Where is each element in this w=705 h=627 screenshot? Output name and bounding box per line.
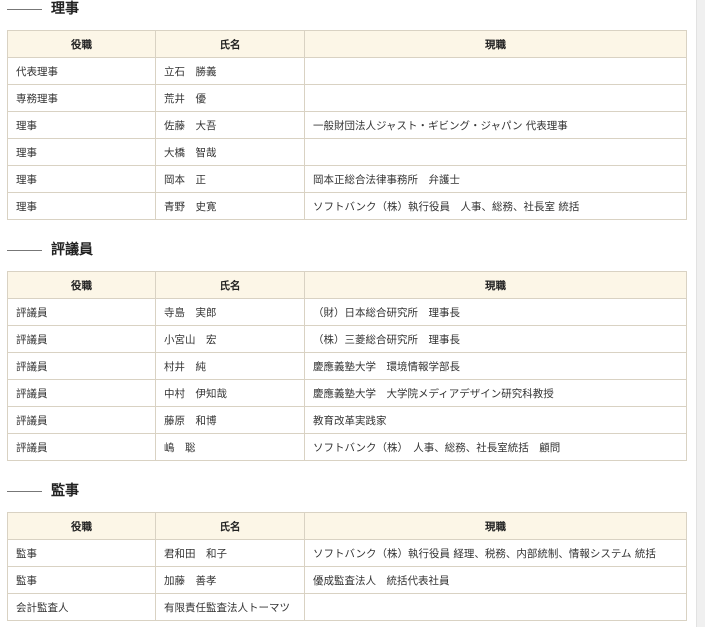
cell-position: ソフトバンク（株）執行役員 経理、税務、内部統制、情報システム 統括 — [304, 539, 687, 567]
table-row: 評議員 村井 純 慶應義塾大学 環境情報学部長 — [7, 352, 687, 380]
cell-position — [304, 593, 687, 621]
cell-name: 藤原 和博 — [155, 406, 305, 434]
header-role: 役職 — [7, 512, 156, 540]
header-role: 役職 — [7, 30, 156, 58]
cell-role: 評議員 — [7, 352, 156, 380]
cell-position: 教育改革実践家 — [304, 406, 687, 434]
cell-position: 岡本正総合法律事務所 弁護士 — [304, 165, 687, 193]
table-row: 評議員 嶋 聡 ソフトバンク（株） 人事、総務、社長室統括 顧問 — [7, 433, 687, 461]
cell-name: 嶋 聡 — [155, 433, 305, 461]
cell-name: 岡本 正 — [155, 165, 305, 193]
table-header-row: 役職 氏名 現職 — [7, 30, 687, 58]
section-title: 理事 — [51, 1, 79, 17]
section-title: 監事 — [51, 483, 79, 499]
table-row: 理事 佐藤 大吾 一般財団法人ジャスト・ギビング・ジャパン 代表理事 — [7, 111, 687, 139]
cell-role: 理事 — [7, 111, 156, 139]
cell-role: 監事 — [7, 539, 156, 567]
cell-role: 専務理事 — [7, 84, 156, 112]
cell-name: 荒井 優 — [155, 84, 305, 112]
cell-role: 理事 — [7, 138, 156, 166]
cell-position: 慶應義塾大学 環境情報学部長 — [304, 352, 687, 380]
table-row: 理事 岡本 正 岡本正総合法律事務所 弁護士 — [7, 165, 687, 193]
cell-name: 村井 純 — [155, 352, 305, 380]
cell-position: ソフトバンク（株）執行役員 人事、総務、社長室 統括 — [304, 192, 687, 220]
cell-name: 加藤 善孝 — [155, 566, 305, 594]
cell-position: 慶應義塾大学 大学院メディアデザイン研究科教授 — [304, 379, 687, 407]
header-name: 氏名 — [155, 512, 305, 540]
cell-role: 監事 — [7, 566, 156, 594]
cell-role: 評議員 — [7, 298, 156, 326]
cell-position — [304, 138, 687, 166]
cell-role: 理事 — [7, 165, 156, 193]
cell-name: 大橋 智哉 — [155, 138, 305, 166]
table-row: 監事 加藤 善孝 優成監査法人 統括代表社員 — [7, 566, 687, 594]
table-row: 理事 青野 史寛 ソフトバンク（株）執行役員 人事、総務、社長室 統括 — [7, 192, 687, 220]
cell-name: 寺島 実郎 — [155, 298, 305, 326]
table-row: 評議員 寺島 実郎 （財）日本総合研究所 理事長 — [7, 298, 687, 326]
cell-position: （株）三菱総合研究所 理事長 — [304, 325, 687, 353]
councilors-table: 役職 氏名 現職 評議員 寺島 実郎 （財）日本総合研究所 理事長 評議員 小宮… — [7, 271, 687, 461]
page-scrollbar[interactable] — [696, 0, 705, 627]
table-header-row: 役職 氏名 現職 — [7, 512, 687, 540]
cell-name: 立石 勝義 — [155, 57, 305, 85]
header-position: 現職 — [304, 30, 687, 58]
cell-role: 会計監査人 — [7, 593, 156, 621]
header-name: 氏名 — [155, 271, 305, 299]
auditors-section: 監事 役職 氏名 現職 監事 君和田 和子 ソフトバンク（株）執行役員 経理、税… — [7, 482, 687, 621]
table-row: 評議員 藤原 和博 教育改革実践家 — [7, 406, 687, 434]
cell-name: 君和田 和子 — [155, 539, 305, 567]
heading-rule — [7, 250, 42, 251]
cell-role: 評議員 — [7, 406, 156, 434]
table-row: 理事 大橋 智哉 — [7, 138, 687, 166]
cell-role: 理事 — [7, 192, 156, 220]
cell-name: 佐藤 大吾 — [155, 111, 305, 139]
cell-name: 中村 伊知哉 — [155, 379, 305, 407]
cell-role: 代表理事 — [7, 57, 156, 85]
directors-table: 役職 氏名 現職 代表理事 立石 勝義 専務理事 荒井 優 理事 佐藤 大吾 一… — [7, 30, 687, 220]
header-name: 氏名 — [155, 30, 305, 58]
section-heading: 理事 — [7, 0, 686, 20]
cell-role: 評議員 — [7, 379, 156, 407]
councilors-section: 評議員 役職 氏名 現職 評議員 寺島 実郎 （財）日本総合研究所 理事長 評議… — [7, 241, 687, 461]
header-role: 役職 — [7, 271, 156, 299]
cell-position — [304, 57, 687, 85]
section-title: 評議員 — [51, 242, 93, 258]
header-position: 現職 — [304, 271, 687, 299]
table-row: 専務理事 荒井 優 — [7, 84, 687, 112]
cell-role: 評議員 — [7, 433, 156, 461]
heading-rule — [7, 9, 42, 10]
table-row: 代表理事 立石 勝義 — [7, 57, 687, 85]
cell-position: （財）日本総合研究所 理事長 — [304, 298, 687, 326]
table-row: 評議員 中村 伊知哉 慶應義塾大学 大学院メディアデザイン研究科教授 — [7, 379, 687, 407]
table-header-row: 役職 氏名 現職 — [7, 271, 687, 299]
auditors-table: 役職 氏名 現職 監事 君和田 和子 ソフトバンク（株）執行役員 経理、税務、内… — [7, 512, 687, 621]
heading-rule — [7, 491, 42, 492]
section-heading: 評議員 — [7, 241, 686, 261]
table-row: 会計監査人 有限責任監査法人トーマツ — [7, 593, 687, 621]
cell-position: 優成監査法人 統括代表社員 — [304, 566, 687, 594]
table-row: 監事 君和田 和子 ソフトバンク（株）執行役員 経理、税務、内部統制、情報システ… — [7, 539, 687, 567]
cell-position: ソフトバンク（株） 人事、総務、社長室統括 顧問 — [304, 433, 687, 461]
cell-name: 青野 史寛 — [155, 192, 305, 220]
header-position: 現職 — [304, 512, 687, 540]
cell-role: 評議員 — [7, 325, 156, 353]
cell-position: 一般財団法人ジャスト・ギビング・ジャパン 代表理事 — [304, 111, 687, 139]
table-row: 評議員 小宮山 宏 （株）三菱総合研究所 理事長 — [7, 325, 687, 353]
cell-name: 小宮山 宏 — [155, 325, 305, 353]
cell-position — [304, 84, 687, 112]
cell-name: 有限責任監査法人トーマツ — [155, 593, 305, 621]
board-directors-section: 理事 役職 氏名 現職 代表理事 立石 勝義 専務理事 荒井 優 理事 佐藤 大… — [7, 0, 687, 220]
section-heading: 監事 — [7, 482, 686, 502]
